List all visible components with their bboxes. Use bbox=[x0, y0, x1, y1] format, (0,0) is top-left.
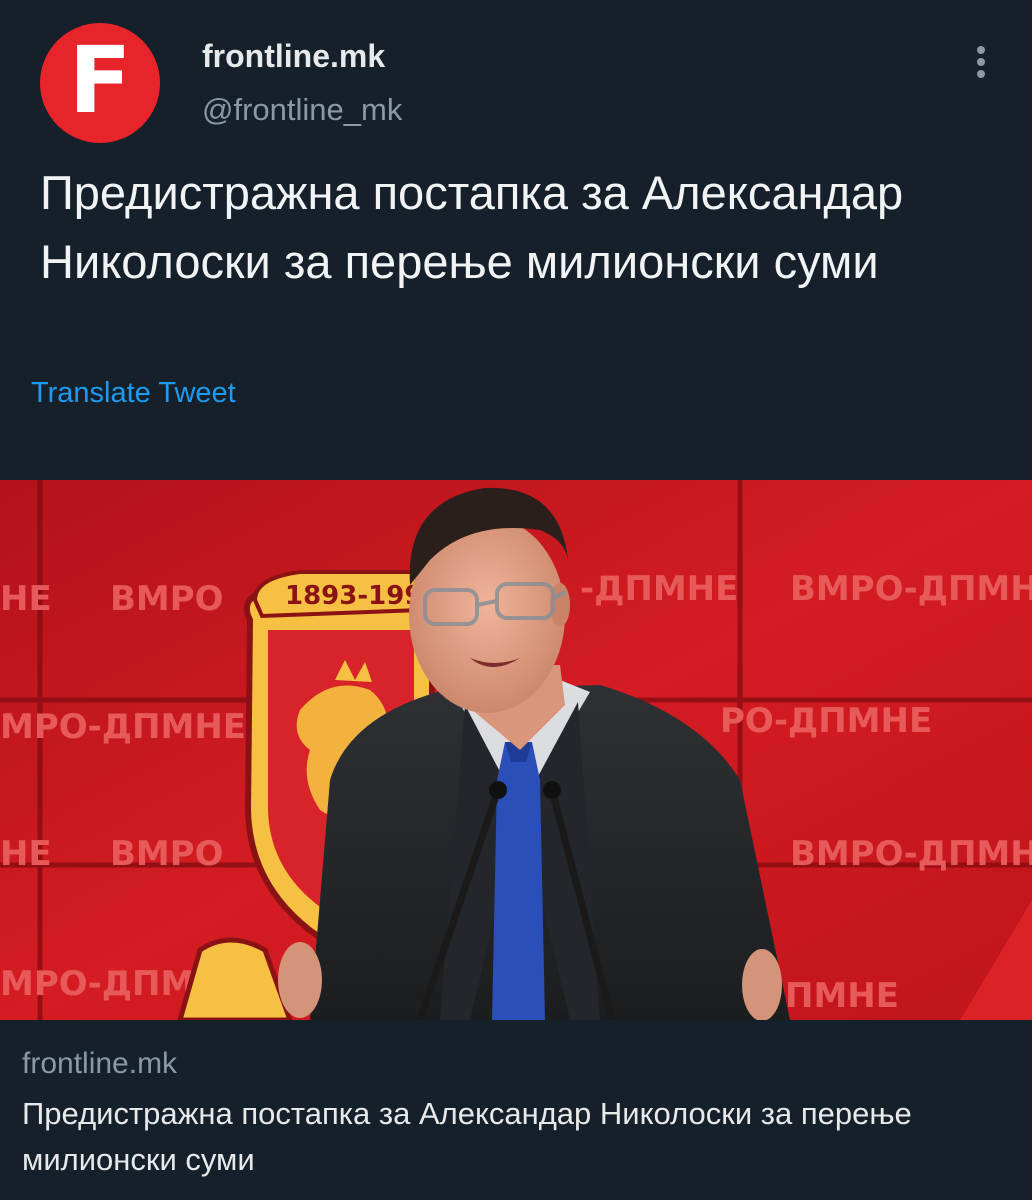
display-name[interactable]: frontline.mk bbox=[202, 38, 385, 75]
more-vertical-icon[interactable] bbox=[966, 42, 996, 82]
wall-text: МРО-ДПМНЕ bbox=[0, 707, 246, 747]
wall-text: РО-ДПМНЕ bbox=[720, 701, 932, 741]
avatar[interactable]: F bbox=[40, 23, 160, 143]
card-photo: НЕ ВМРО -ДПМНЕ ВМРО-ДПМН МРО-ДПМНЕ РО-ДП… bbox=[0, 480, 1032, 1020]
avatar-letter: F bbox=[68, 27, 132, 134]
emblem-banner-years: 1893-199 bbox=[285, 581, 422, 611]
tweet-header: F frontline.mk @frontline_mk bbox=[0, 0, 1032, 150]
wall-text: ВМРО bbox=[110, 579, 224, 619]
tweet-text: Предистражна постапка за Александар Нико… bbox=[40, 166, 904, 288]
wall-text: ВМРО-ДПМН bbox=[790, 834, 1032, 874]
link-card[interactable]: НЕ ВМРО -ДПМНЕ ВМРО-ДПМН МРО-ДПМНЕ РО-ДП… bbox=[0, 480, 1032, 1200]
card-meta: frontline.mk Предистражна постапка за Ал… bbox=[0, 1021, 1032, 1200]
card-domain: frontline.mk bbox=[22, 1047, 178, 1080]
wall-text: ВМРО-ДПМН bbox=[790, 569, 1032, 609]
user-handle[interactable]: @frontline_mk bbox=[202, 92, 402, 128]
wall-text: ПМНЕ bbox=[785, 976, 899, 1016]
translate-tweet-link[interactable]: Translate Tweet bbox=[31, 377, 236, 410]
wall-text: НЕ bbox=[0, 834, 52, 874]
card-title: Предистражна постапка за Александар Нико… bbox=[22, 1096, 912, 1177]
wall-text: ВМРО bbox=[110, 834, 224, 874]
card-image: НЕ ВМРО -ДПМНЕ ВМРО-ДПМН МРО-ДПМНЕ РО-ДП… bbox=[0, 480, 1032, 1020]
wall-text: -ДПМНЕ bbox=[580, 569, 738, 609]
wall-text: НЕ bbox=[0, 579, 52, 619]
